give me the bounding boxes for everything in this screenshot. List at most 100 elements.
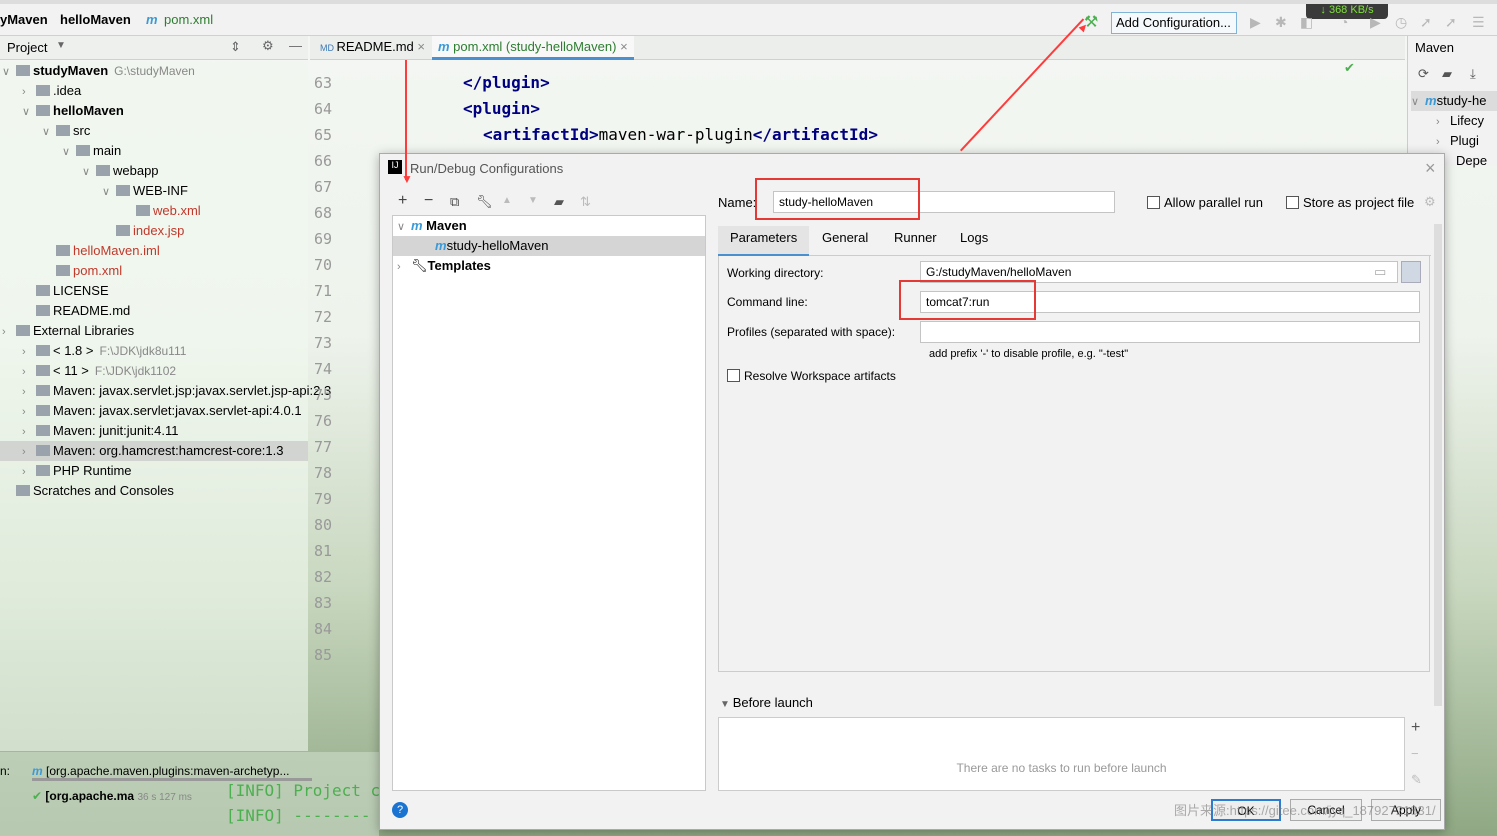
tree-item[interactable]: › < 1.8 > F:\JDK\jdk8u111 <box>22 341 186 361</box>
tree-item[interactable]: ∨ helloMaven <box>22 101 124 121</box>
deploy-icon[interactable]: ➚ <box>1420 14 1432 31</box>
tree-item[interactable]: › Maven: junit:junit:4.11 <box>22 421 179 441</box>
chevron-icon[interactable]: › <box>22 422 36 442</box>
coverage-icon[interactable]: ◧ <box>1300 14 1313 31</box>
download-icon[interactable]: ⤓ <box>1470 66 1476 82</box>
breadcrumb-root[interactable]: yMaven <box>0 12 48 27</box>
project-view-selector[interactable]: Project <box>7 40 47 55</box>
tab-readme[interactable]: MD README.md × <box>314 36 431 60</box>
chevron-icon[interactable]: › <box>22 382 36 402</box>
timer-icon[interactable]: ◷ <box>1395 14 1407 31</box>
chevron-icon[interactable]: › <box>22 402 36 422</box>
chevron-down-icon[interactable]: ▼ <box>56 40 66 51</box>
tree-item[interactable]: › PHP Runtime <box>22 461 132 481</box>
chevron-icon[interactable]: ∨ <box>2 62 16 82</box>
code-line-63[interactable]: </plugin> <box>463 73 550 92</box>
add-configuration-button[interactable]: Add Configuration... <box>1111 12 1237 34</box>
tree-item[interactable]: › Maven: javax.servlet.jsp:javax.servlet.… <box>22 381 331 401</box>
tree-item[interactable]: web.xml <box>122 201 201 221</box>
remove-task-icon[interactable]: − <box>1411 746 1419 761</box>
tree-item[interactable]: › < 11 > F:\JDK\jdk1102 <box>22 361 176 381</box>
minimize-icon[interactable]: — <box>289 38 302 53</box>
run-item[interactable]: ✔ [org.apache.ma 36 s 127 ms <box>32 789 192 803</box>
chevron-icon[interactable]: ∨ <box>62 142 76 162</box>
store-project-file-checkbox[interactable]: Store as project file <box>1286 195 1414 210</box>
close-icon[interactable]: × <box>620 39 628 54</box>
tree-item[interactable]: index.jsp <box>102 221 184 241</box>
maven-plugins[interactable]: › Plugi <box>1436 131 1479 151</box>
run-tab[interactable]: m [org.apache.maven.plugins:maven-archet… <box>32 764 312 781</box>
deploy-debug-icon[interactable]: ➚ <box>1445 14 1457 31</box>
browse-folder-icon[interactable]: ▭ <box>1374 264 1386 280</box>
gear-icon[interactable]: ⚙ <box>262 38 274 54</box>
code-line-65[interactable]: <artifactId>maven-war-plugin</artifactId… <box>483 125 878 144</box>
chevron-icon[interactable]: › <box>22 462 36 482</box>
profile-icon[interactable]: ◔ <box>1340 14 1348 30</box>
before-launch-toggle[interactable]: ▼ Before launch <box>720 695 813 710</box>
breadcrumb-file[interactable]: pom.xml <box>164 12 213 27</box>
chevron-icon[interactable]: ∨ <box>42 122 56 142</box>
tree-item[interactable]: ∨ src <box>42 121 90 141</box>
collapse-all-icon[interactable]: ⇕ <box>230 39 241 55</box>
refresh-icon[interactable]: ⟳ <box>1418 66 1429 82</box>
add-task-icon[interactable]: + <box>1411 719 1420 737</box>
wrench-icon[interactable]: 🔧︎ <box>476 194 493 210</box>
tree-item[interactable]: ∨ WEB-INF <box>102 181 188 201</box>
sort-icon[interactable]: ⇅ <box>580 194 591 210</box>
tree-item[interactable]: ∨ studyMaven G:\studyMaven <box>2 61 195 81</box>
tree-item[interactable]: helloMaven.iml <box>42 241 160 261</box>
tree-item[interactable]: ∨ webapp <box>82 161 159 181</box>
chevron-icon[interactable]: › <box>22 442 36 462</box>
close-icon[interactable]: × <box>1425 158 1436 179</box>
tab-pom[interactable]: m pom.xml (study-helloMaven) × <box>432 36 634 60</box>
tree-item[interactable]: ∨ main <box>62 141 121 161</box>
chevron-icon[interactable]: › <box>2 322 16 342</box>
chevron-icon[interactable]: › <box>22 82 36 102</box>
tree-templates[interactable]: › 🔧︎Templates <box>397 256 491 276</box>
scrollbar[interactable] <box>1434 224 1442 706</box>
tab-parameters[interactable]: Parameters <box>718 226 810 256</box>
close-icon[interactable]: × <box>417 39 425 54</box>
tab-runner[interactable]: Runner <box>894 230 937 245</box>
tree-item[interactable]: › External Libraries <box>2 321 134 341</box>
debug-icon[interactable]: ✱ <box>1275 14 1287 31</box>
breadcrumb-module[interactable]: helloMaven <box>60 12 131 27</box>
chevron-icon[interactable]: ∨ <box>82 162 96 182</box>
tree-config-study-hellomaven[interactable]: mstudy-helloMaven <box>393 236 705 256</box>
chevron-icon[interactable]: › <box>22 342 36 362</box>
tab-logs[interactable]: Logs <box>960 230 988 245</box>
add-icon[interactable]: + <box>398 192 407 210</box>
maven-dependencies[interactable]: Depe <box>1456 151 1487 171</box>
tree-maven[interactable]: ∨ m Maven <box>397 216 467 236</box>
run-icon[interactable]: ▶ <box>1250 14 1261 31</box>
tree-item[interactable]: Scratches and Consoles <box>2 481 174 501</box>
edit-task-icon[interactable]: ✎ <box>1411 772 1422 788</box>
maven-project[interactable]: ∨ mstudy-he <box>1411 91 1497 111</box>
resolve-workspace-checkbox[interactable]: Resolve Workspace artifacts <box>727 369 896 383</box>
tree-item[interactable]: README.md <box>22 301 130 321</box>
chevron-icon[interactable]: ∨ <box>22 102 36 122</box>
tree-item[interactable]: pom.xml <box>42 261 122 281</box>
folder-sync-icon[interactable]: ▰ <box>1442 66 1452 82</box>
chevron-icon[interactable]: › <box>22 362 36 382</box>
tree-item[interactable]: LICENSE <box>22 281 109 301</box>
folder-icon[interactable]: ▰ <box>554 194 564 210</box>
tree-item[interactable]: › Maven: javax.servlet:javax.servlet-api:… <box>22 401 302 421</box>
chevron-icon[interactable]: ∨ <box>102 182 116 202</box>
maven-lifecycle[interactable]: › Lifecy <box>1436 111 1484 131</box>
move-up-icon[interactable]: ▲ <box>502 195 512 206</box>
tree-item[interactable]: › .idea <box>22 81 81 101</box>
move-down-icon[interactable]: ▼ <box>528 195 538 206</box>
copy-icon[interactable]: ⧉ <box>450 194 459 210</box>
profiles-input[interactable] <box>920 321 1420 343</box>
run-alt-icon[interactable]: ▶ <box>1370 14 1381 31</box>
tree-item[interactable]: › Maven: org.hamcrest:hamcrest-core:1.3 <box>0 441 308 461</box>
remove-icon[interactable]: − <box>424 192 433 210</box>
list-icon[interactable]: ☰ <box>1472 14 1485 31</box>
allow-parallel-checkbox[interactable]: Allow parallel run <box>1147 195 1263 210</box>
macro-folder-icon[interactable] <box>1401 261 1421 283</box>
gear-icon[interactable]: ⚙ <box>1424 194 1436 210</box>
help-icon[interactable]: ? <box>392 802 408 818</box>
tab-general[interactable]: General <box>822 230 868 245</box>
code-line-64[interactable]: <plugin> <box>463 99 540 118</box>
